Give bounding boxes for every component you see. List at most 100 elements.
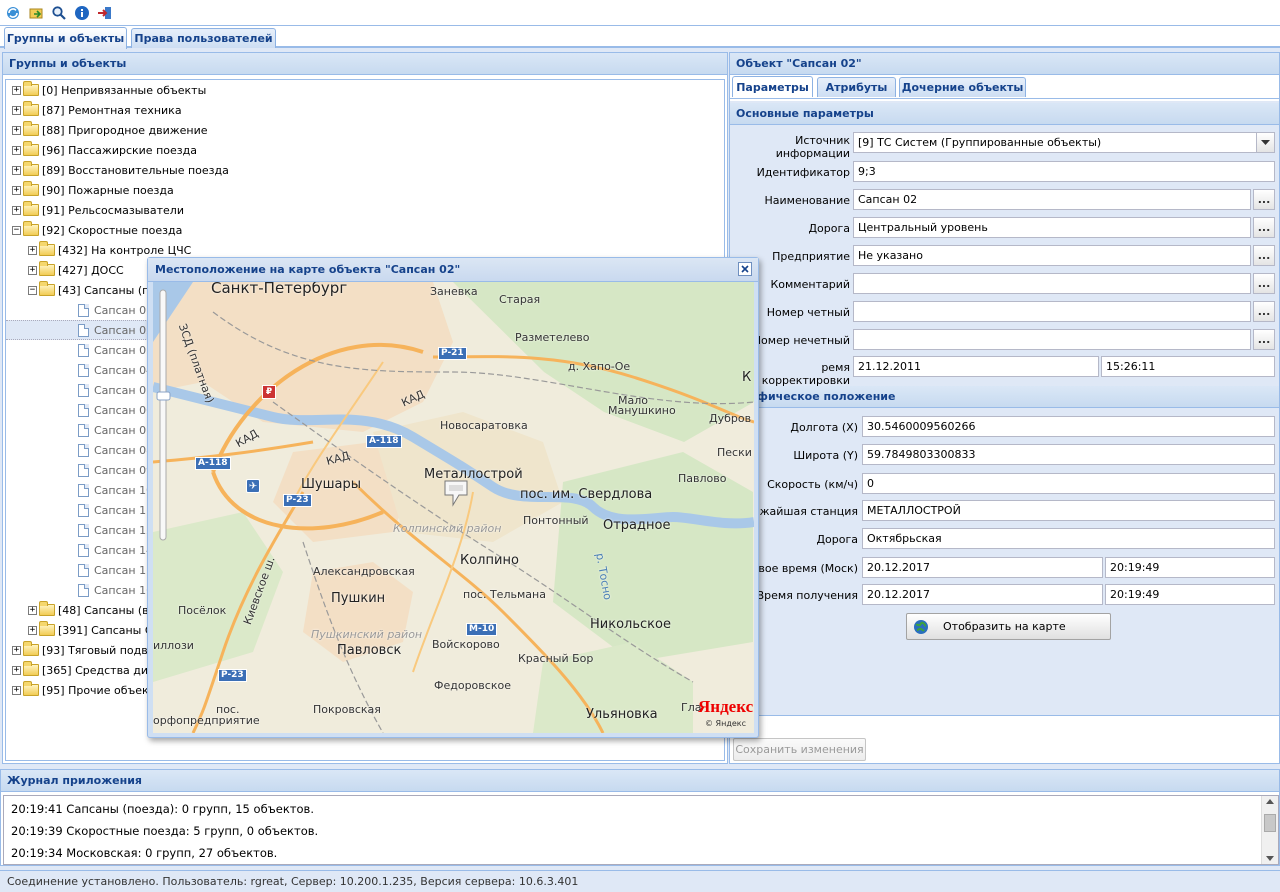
journal-panel: Журнал приложения 20:19:41 Сапсаны (поез…: [0, 769, 1280, 866]
received-date-field[interactable]: 20.12.2017: [862, 584, 1103, 605]
railway-station-icon: ₽: [262, 385, 276, 399]
map-marker-icon[interactable]: [443, 479, 469, 510]
show-on-map-button[interactable]: Отобразить на карте: [906, 613, 1111, 640]
received-time-field[interactable]: 20:19:49: [1105, 584, 1275, 605]
correction-date-field[interactable]: 21.12.2011: [853, 356, 1099, 377]
save-changes-button[interactable]: Сохранить изменения: [733, 738, 866, 761]
id-field[interactable]: 9;3: [853, 161, 1275, 182]
road-more-button[interactable]: ...: [1253, 217, 1275, 238]
document-icon: [78, 523, 89, 537]
expand-icon[interactable]: +: [12, 85, 21, 95]
road-shield-p23a: P-23: [283, 494, 312, 507]
expand-icon[interactable]: +: [28, 245, 37, 255]
expand-icon[interactable]: +: [12, 685, 21, 695]
odd-number-more-button[interactable]: ...: [1253, 329, 1275, 350]
folder-icon: [23, 101, 39, 116]
map-label-aleksandrovskaya: Александровская: [313, 565, 415, 578]
map-label-fedorovskoe: Федоровское: [434, 679, 511, 692]
name-field[interactable]: Сапсан 02: [853, 189, 1251, 210]
refresh-icon[interactable]: [3, 3, 23, 23]
enterprise-field[interactable]: Не указано: [853, 245, 1251, 266]
info-icon[interactable]: [72, 3, 92, 23]
speed-field[interactable]: 0: [862, 473, 1275, 494]
latitude-field[interactable]: 59.7849803300833: [862, 444, 1275, 465]
odd-number-field[interactable]: [853, 329, 1251, 350]
tree-folder[interactable]: + [87] Ремонтная техника: [6, 100, 724, 120]
correction-time-field[interactable]: 15:26:11: [1101, 356, 1275, 377]
map-label-zanevka: Заневка: [430, 285, 478, 298]
scroll-down-icon[interactable]: [1266, 856, 1274, 861]
board-time-field[interactable]: 20:19:49: [1105, 557, 1275, 578]
map-label-dubrov: Дубров: [709, 412, 752, 425]
even-number-more-button[interactable]: ...: [1253, 301, 1275, 322]
expand-icon[interactable]: +: [12, 165, 21, 175]
exit-icon[interactable]: [95, 3, 115, 23]
chevron-down-icon[interactable]: [1256, 133, 1274, 152]
expand-icon[interactable]: +: [12, 205, 21, 215]
map-window[interactable]: Местоположение на карте объекта "Сапсан …: [147, 257, 759, 738]
tab-parameters[interactable]: Параметры: [732, 76, 813, 97]
even-number-field[interactable]: [853, 301, 1251, 322]
tree-folder[interactable]: + [91] Рельсосмазыватели: [6, 200, 724, 220]
tab-child-objects[interactable]: Дочерние объекты: [899, 77, 1026, 97]
collapse-icon[interactable]: −: [28, 285, 37, 295]
folder-icon: [23, 121, 39, 136]
object-panel: Объект "Сапсан 02" Параметры Атрибуты До…: [729, 52, 1280, 764]
expand-icon[interactable]: +: [12, 645, 21, 655]
scroll-thumb[interactable]: [1264, 814, 1276, 832]
search-icon[interactable]: [49, 3, 69, 23]
comment-field[interactable]: [853, 273, 1251, 294]
road-field[interactable]: Центральный уровень: [853, 217, 1251, 238]
tree-folder[interactable]: + [96] Пассажирские поезда: [6, 140, 724, 160]
document-icon: [78, 303, 89, 317]
journal-scrollbar[interactable]: [1261, 796, 1278, 864]
expand-icon[interactable]: +: [12, 145, 21, 155]
close-icon[interactable]: [738, 262, 752, 276]
expand-icon[interactable]: +: [12, 125, 21, 135]
map-view[interactable]: Санкт-Петербург Заневка Старая Разметеле…: [153, 282, 754, 733]
expand-icon[interactable]: +: [12, 185, 21, 195]
form-footer: Сохранить изменения: [730, 715, 1279, 763]
map-label-otradnoe: Отрадное: [603, 518, 671, 533]
tree-folder[interactable]: + [89] Восстановительные поезда: [6, 160, 724, 180]
tab-attributes[interactable]: Атрибуты: [817, 77, 896, 97]
tree-folder[interactable]: + [0] Непривязанные объекты: [6, 80, 724, 100]
document-icon: [78, 403, 89, 417]
document-icon: [78, 503, 89, 517]
board-date-field[interactable]: 20.12.2017: [862, 557, 1103, 578]
tree-folder[interactable]: + [90] Пожарные поезда: [6, 180, 724, 200]
tree-folder[interactable]: − [92] Скоростные поезда: [6, 220, 724, 240]
expand-icon[interactable]: +: [28, 605, 37, 615]
expand-icon[interactable]: +: [28, 265, 37, 275]
tab-groups-objects[interactable]: Группы и объекты: [4, 27, 127, 49]
received-time-value: 20:19:49: [1110, 588, 1160, 601]
expand-icon[interactable]: +: [28, 625, 37, 635]
expand-icon[interactable]: +: [12, 665, 21, 675]
road-shield-a118b: A-118: [195, 457, 231, 470]
expand-icon[interactable]: +: [12, 105, 21, 115]
object-panel-title: Объект "Сапсан 02": [730, 53, 1279, 75]
document-icon: [78, 423, 89, 437]
tree-item-label: Сапсан 09: [94, 463, 154, 477]
map-label-k: К: [742, 370, 752, 385]
longitude-field[interactable]: 30.5460009560266: [862, 416, 1275, 437]
import-icon[interactable]: [26, 3, 46, 23]
tab-user-rights[interactable]: Права пользователей: [131, 28, 276, 48]
document-icon: [78, 543, 89, 557]
tree-item-label: Сапсан 10: [94, 483, 154, 497]
board-time-value: 20:19:49: [1110, 561, 1160, 574]
folder-icon: [39, 601, 55, 616]
source-select[interactable]: [9] ТС Систем (Группированные объекты): [853, 132, 1275, 153]
tree-folder[interactable]: + [88] Пригородное движение: [6, 120, 724, 140]
road2-field[interactable]: Октябрьская: [862, 528, 1275, 549]
name-more-button[interactable]: ...: [1253, 189, 1275, 210]
nearest-station-field[interactable]: МЕТАЛЛОСТРОЙ: [862, 500, 1275, 521]
enterprise-more-button[interactable]: ...: [1253, 245, 1275, 266]
collapse-icon[interactable]: −: [12, 225, 21, 235]
tree-item-label: [90] Пожарные поезда: [42, 183, 174, 197]
folder-icon: [39, 621, 55, 636]
latitude-value: 59.7849803300833: [867, 448, 976, 461]
map-label-pokrovskaya: Покровская: [313, 703, 381, 716]
comment-more-button[interactable]: ...: [1253, 273, 1275, 294]
scroll-up-icon[interactable]: [1266, 799, 1274, 804]
